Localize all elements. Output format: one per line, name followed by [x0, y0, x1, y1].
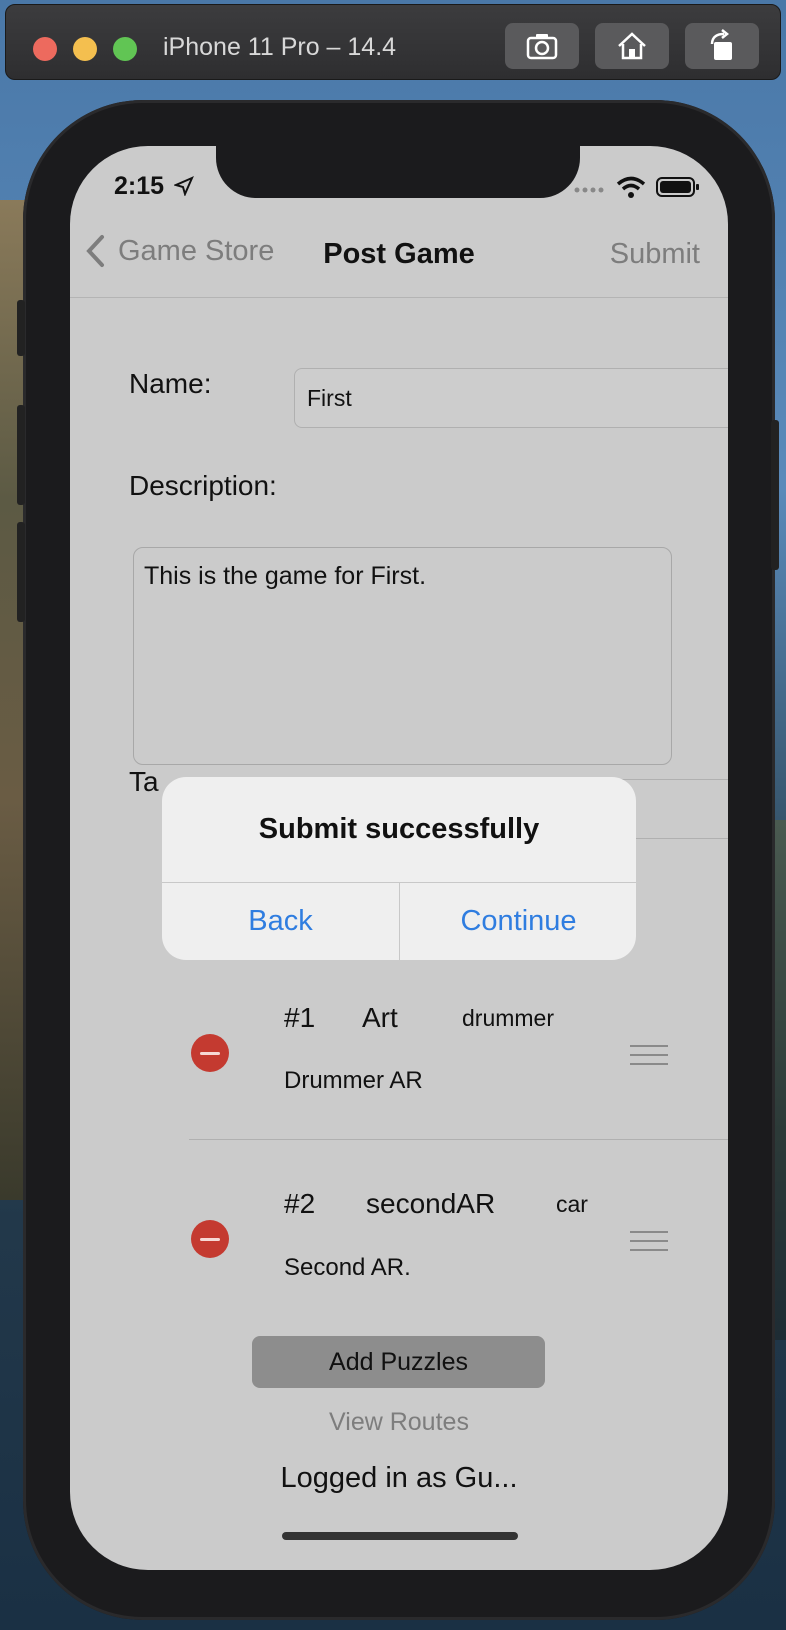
location-icon [174, 176, 194, 196]
cellular-signal-icon [574, 187, 604, 193]
description-label: Description: [129, 470, 277, 501]
status-time: 2:15 [114, 172, 165, 200]
success-alert: Submit successfully Back Continue [162, 777, 636, 960]
puzzle-row: #1 Art drummer Drummer AR [70, 952, 728, 1138]
home-indicator[interactable] [282, 1532, 518, 1540]
view-routes-button[interactable]: View Routes [70, 1408, 728, 1437]
minimize-window-button[interactable] [73, 37, 97, 61]
logged-in-status: Logged in as Gu... [280, 1462, 518, 1494]
puzzle-name: Art [362, 1002, 398, 1033]
navigation-bar: Game Store Post Game Submit [70, 216, 728, 298]
delete-puzzle-button[interactable] [191, 1034, 229, 1072]
puzzle-number: #2 [284, 1188, 316, 1219]
home-icon [618, 32, 646, 60]
puzzle-name: secondAR [366, 1188, 496, 1219]
name-label: Name: [129, 368, 212, 399]
simulator-titlebar: iPhone 11 Pro – 14.4 [5, 4, 781, 80]
ringer-switch [17, 300, 25, 356]
puzzle-target: drummer [462, 1005, 555, 1031]
puzzle-description: Second AR. [284, 1254, 411, 1281]
add-puzzles-button[interactable]: Add Puzzles [252, 1336, 545, 1388]
power-button [771, 420, 779, 570]
description-textarea[interactable]: This is the game for First. [133, 547, 672, 765]
screenshot-button[interactable] [505, 23, 579, 69]
submit-button[interactable]: Submit [610, 238, 700, 271]
rotate-icon [710, 29, 732, 60]
puzzle-number: #1 [284, 1002, 316, 1033]
home-button[interactable] [595, 23, 669, 69]
reorder-handle-icon[interactable] [630, 1231, 668, 1258]
puzzle-description: Drummer AR [284, 1067, 423, 1094]
zoom-window-button[interactable] [113, 37, 137, 61]
phone-screen: 2:15 Game Store Post Game Submit Name: F… [70, 146, 728, 1570]
wifi-icon [616, 176, 646, 198]
puzzle-target: car [556, 1191, 588, 1217]
reorder-handle-icon[interactable] [630, 1045, 668, 1072]
notch [216, 146, 580, 198]
volume-up-button [17, 405, 25, 505]
volume-down-button [17, 522, 25, 622]
alert-continue-button[interactable]: Continue [400, 882, 636, 960]
tags-label: Ta [129, 766, 159, 797]
camera-icon [526, 34, 558, 60]
alert-back-button[interactable]: Back [162, 882, 399, 960]
puzzle-row: #2 secondAR car Second AR. [70, 1140, 728, 1326]
delete-puzzle-button[interactable] [191, 1220, 229, 1258]
name-input[interactable]: First [294, 368, 728, 428]
battery-icon [656, 177, 699, 197]
rotate-button[interactable] [685, 23, 759, 69]
status-indicators [574, 176, 700, 198]
alert-title: Submit successfully [258, 813, 540, 845]
simulator-title: iPhone 11 Pro – 14.4 [163, 33, 397, 61]
close-window-button[interactable] [33, 37, 57, 61]
